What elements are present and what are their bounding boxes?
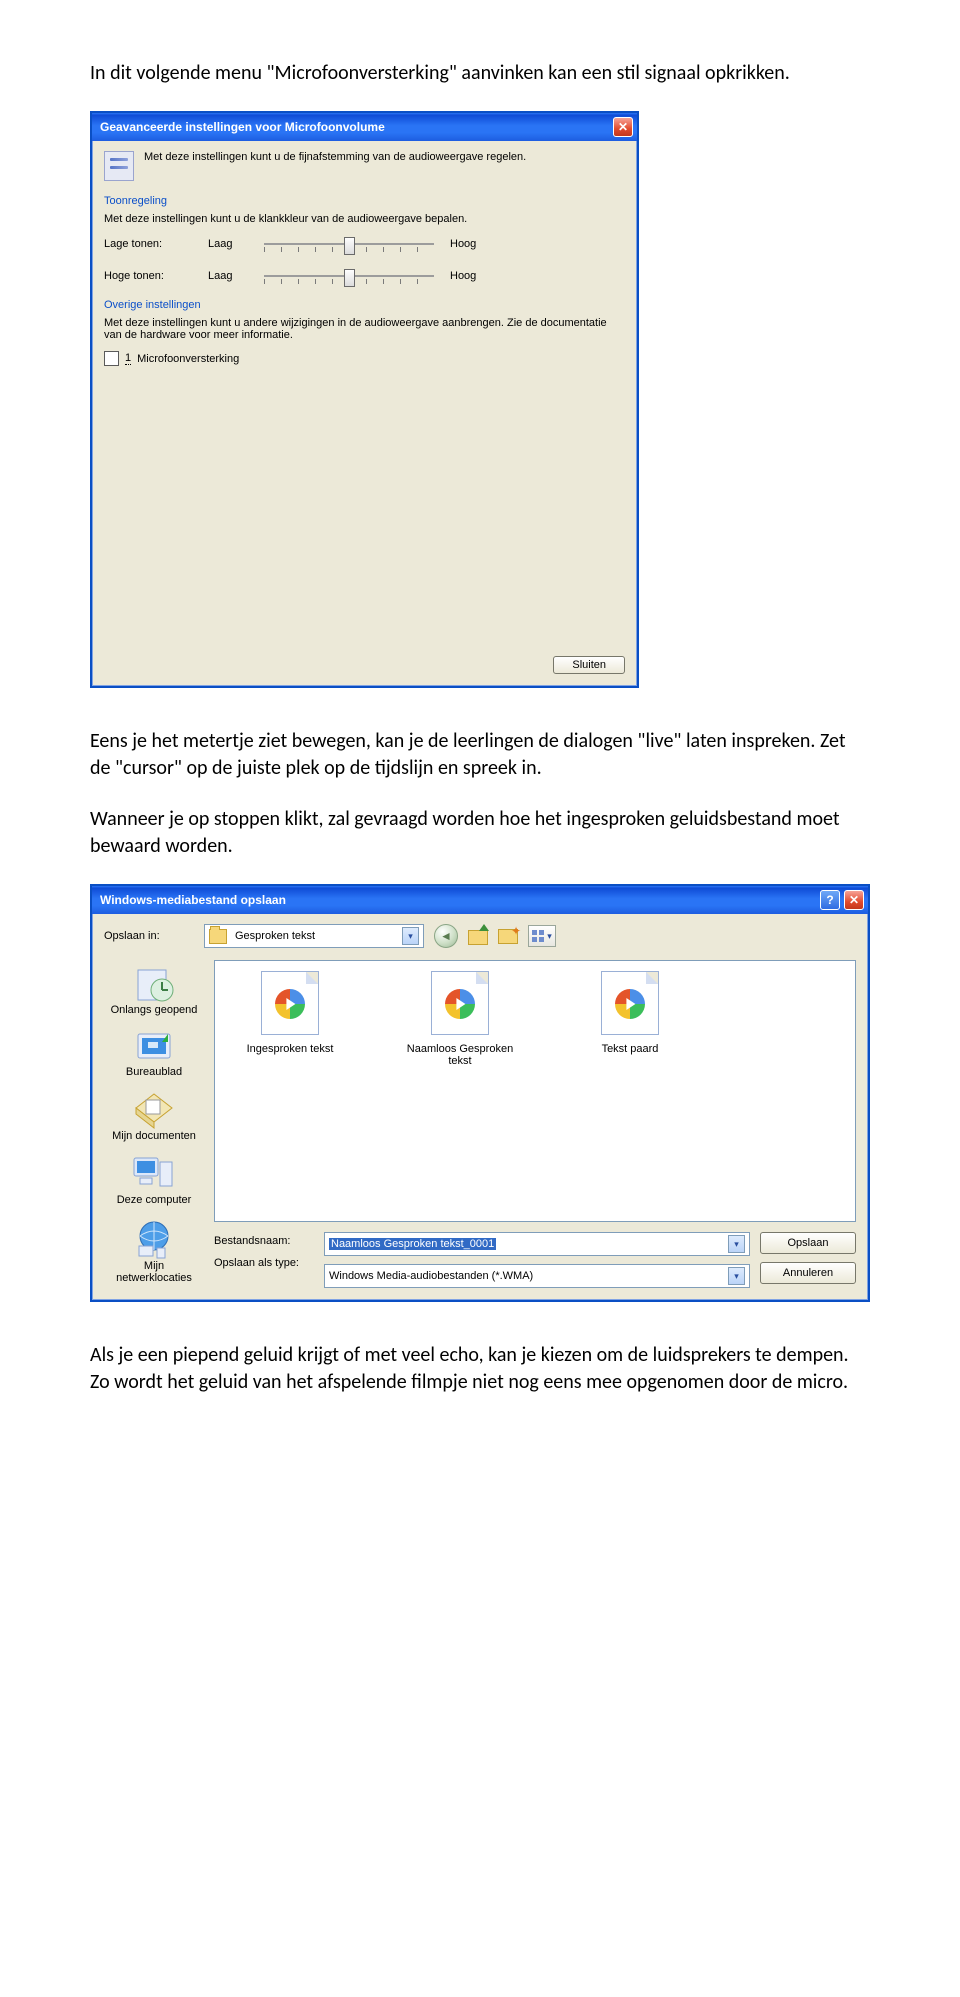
other-description: Met deze instellingen kunt u andere wijz…: [104, 317, 625, 341]
low-tone-row: Lage tonen: Laag Hoog: [104, 235, 625, 253]
desktop-icon: [132, 1028, 176, 1066]
dialog-title: Geavanceerde instellingen voor Microfoon…: [100, 120, 385, 134]
chevron-down-icon[interactable]: ▾: [402, 927, 419, 945]
place-label: Mijn netwerklocaties: [106, 1260, 202, 1284]
filetype-label: Opslaan als type:: [214, 1257, 314, 1269]
chevron-down-icon[interactable]: ▾: [728, 1235, 745, 1253]
high-tone-row: Hoge tonen: Laag Hoog: [104, 267, 625, 285]
place-network[interactable]: Mijn netwerklocaties: [104, 1214, 204, 1288]
save-file-dialog: Windows-mediabestand opslaan ? ✕ Opslaan…: [90, 884, 870, 1302]
places-bar: Onlangs geopend Bureaublad: [104, 960, 204, 1288]
file-name: Naamloos Gesproken tekst: [395, 1043, 525, 1067]
titlebar[interactable]: Windows-mediabestand opslaan ? ✕: [92, 886, 868, 914]
high-tone-slider[interactable]: [264, 267, 434, 285]
close-button[interactable]: Sluiten: [553, 656, 625, 674]
filetype-value: Windows Media-audiobestanden (*.WMA): [329, 1270, 533, 1282]
view-menu-icon[interactable]: ▾: [528, 925, 556, 947]
place-desktop[interactable]: Bureaublad: [104, 1024, 204, 1082]
high-tone-label: Hoge tonen:: [104, 270, 192, 282]
cancel-button[interactable]: Annuleren: [760, 1262, 856, 1284]
media-file-icon: [431, 971, 489, 1035]
place-label: Deze computer: [117, 1194, 192, 1206]
filename-label: Bestandsnaam:: [214, 1235, 314, 1247]
filetype-combo[interactable]: Windows Media-audiobestanden (*.WMA) ▾: [324, 1264, 750, 1288]
close-icon[interactable]: ✕: [613, 117, 633, 137]
slider-end-low: Laag: [208, 238, 248, 250]
media-file-icon: [261, 971, 319, 1035]
file-name: Tekst paard: [602, 1043, 659, 1055]
mic-boost-checkbox-row[interactable]: 1 Microfoonversterking: [104, 351, 625, 366]
advanced-settings-dialog: Geavanceerde instellingen voor Microfoon…: [90, 111, 639, 688]
slider-end-high: Hoog: [450, 270, 490, 282]
place-computer[interactable]: Deze computer: [104, 1150, 204, 1210]
filename-input[interactable]: Naamloos Gesproken tekst_0001 ▾: [324, 1232, 750, 1256]
save-in-label: Opslaan in:: [104, 930, 194, 942]
paragraph-1: In dit volgende menu "Microfoonversterki…: [90, 60, 870, 87]
slider-end-high: Hoog: [450, 238, 490, 250]
section-tone-label: Toonregeling: [104, 195, 625, 207]
checkbox-index: 1: [125, 352, 131, 365]
tone-description: Met deze instellingen kunt u de klankkle…: [104, 213, 625, 225]
save-in-value: Gesproken tekst: [235, 930, 315, 942]
low-tone-slider[interactable]: [264, 235, 434, 253]
network-icon: [131, 1218, 177, 1260]
filename-value: Naamloos Gesproken tekst_0001: [329, 1238, 496, 1250]
back-icon[interactable]: ◄: [434, 924, 458, 948]
place-label: Bureaublad: [126, 1066, 182, 1078]
dialog-title: Windows-mediabestand opslaan: [100, 893, 286, 907]
folder-icon: [209, 929, 227, 944]
paragraph-3: Wanneer je op stoppen klikt, zal gevraag…: [90, 806, 870, 860]
new-folder-icon[interactable]: ✦: [498, 928, 518, 944]
help-icon[interactable]: ?: [820, 890, 840, 910]
media-file-icon: [601, 971, 659, 1035]
paragraph-2: Eens je het metertje ziet bewegen, kan j…: [90, 728, 870, 782]
file-item[interactable]: Naamloos Gesproken tekst: [395, 971, 525, 1067]
equalizer-icon: [104, 151, 134, 181]
save-button[interactable]: Opslaan: [760, 1232, 856, 1254]
place-label: Mijn documenten: [112, 1130, 196, 1142]
computer-icon: [130, 1154, 178, 1194]
save-in-combo[interactable]: Gesproken tekst ▾: [204, 924, 424, 948]
documents-icon: [132, 1090, 176, 1130]
file-item[interactable]: Tekst paard: [565, 971, 695, 1055]
up-folder-icon[interactable]: [468, 927, 488, 945]
place-documents[interactable]: Mijn documenten: [104, 1086, 204, 1146]
slider-end-low: Laag: [208, 270, 248, 282]
file-list[interactable]: Ingesproken tekst Naamloos Gesproken tek…: [214, 960, 856, 1222]
intro-text: Met deze instellingen kunt u de fijnafst…: [144, 151, 526, 181]
paragraph-4: Als je een piepend geluid krijgt of met …: [90, 1342, 870, 1396]
file-name: Ingesproken tekst: [247, 1043, 334, 1055]
close-icon[interactable]: ✕: [844, 890, 864, 910]
recent-icon: [132, 964, 176, 1004]
place-label: Onlangs geopend: [111, 1004, 198, 1016]
section-other-label: Overige instellingen: [104, 299, 625, 311]
low-tone-label: Lage tonen:: [104, 238, 192, 250]
chevron-down-icon[interactable]: ▾: [728, 1267, 745, 1285]
checkbox-icon[interactable]: [104, 351, 119, 366]
checkbox-label: Microfoonversterking: [137, 353, 239, 365]
file-item[interactable]: Ingesproken tekst: [225, 971, 355, 1055]
place-recent[interactable]: Onlangs geopend: [104, 960, 204, 1020]
titlebar[interactable]: Geavanceerde instellingen voor Microfoon…: [92, 113, 637, 141]
